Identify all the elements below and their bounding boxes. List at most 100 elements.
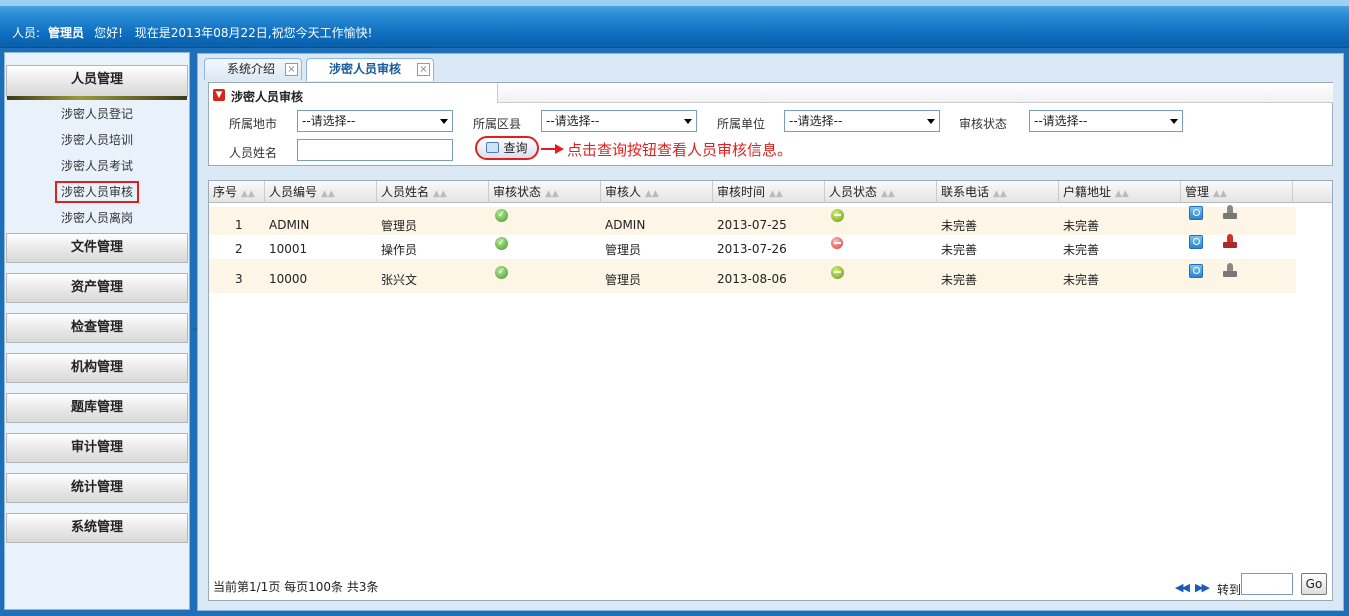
status-green-icon [831, 208, 844, 222]
cell-id: 10000 [269, 272, 308, 286]
date-message: 现在是2013年08月22日,祝您今天工作愉快! [134, 26, 373, 40]
menu-organization[interactable]: 机构管理 [6, 353, 188, 383]
sort-icon: ▲▲ [881, 189, 895, 199]
col-header[interactable]: 人员状态 ▲▲ [825, 181, 937, 203]
submenu-register[interactable]: 涉密人员登记 [6, 101, 188, 127]
cell-time: 2013-07-26 [717, 242, 787, 256]
search-panel: ▼ 涉密人员审核 所属地市 --请选择-- 所属区县 --请选择-- 所属单位 … [208, 82, 1333, 166]
menu-file[interactable]: 文件管理 [6, 233, 188, 263]
sort-icon: ▲▲ [1115, 189, 1129, 199]
menu-statistics[interactable]: 统计管理 [6, 473, 188, 503]
col-header[interactable]: 审核状态 ▲▲ [489, 181, 601, 203]
submenu-exam[interactable]: 涉密人员考试 [6, 153, 188, 179]
view-icon[interactable] [1189, 264, 1203, 278]
col-header[interactable]: 人员编号 ▲▲ [265, 181, 377, 203]
unit-select[interactable]: --请选择-- [784, 110, 940, 132]
cell-phone: 未完善 [941, 242, 978, 257]
collapse-panel-icon[interactable]: ▼ [213, 89, 225, 101]
view-icon[interactable] [1189, 235, 1203, 249]
city-select[interactable]: --请选择-- [297, 110, 453, 132]
cell-address: 未完善 [1063, 242, 1100, 257]
panel-title: ▼ 涉密人员审核 [209, 83, 497, 105]
go-button[interactable]: Go [1301, 573, 1327, 595]
page-info: 当前第1/1页 每页100条 共3条 [213, 580, 379, 594]
status-green-icon [831, 265, 844, 279]
check-icon: ✓ [495, 236, 508, 250]
sort-icon: ▲▲ [1213, 189, 1227, 199]
sort-icon: ▲▲ [645, 189, 659, 199]
chevron-down-icon [927, 119, 935, 124]
district-select[interactable]: --请选择-- [541, 110, 697, 132]
personnel-submenu: 涉密人员登记 涉密人员培训 涉密人员考试 涉密人员审核 涉密人员离岗 [6, 101, 188, 231]
cell-phone: 未完善 [941, 272, 978, 287]
cell-actions [1189, 199, 1237, 227]
menu-audit[interactable]: 审计管理 [6, 433, 188, 463]
cell-person-status [831, 231, 843, 255]
first-page-icon[interactable]: ◀◀ [1175, 581, 1190, 594]
col-header[interactable]: 人员姓名 ▲▲ [377, 181, 489, 203]
user-greeting: 人员: 管理员 您好! 现在是2013年08月22日,祝您今天工作愉快! [12, 24, 372, 41]
cell-review-status: ✓ [495, 255, 508, 289]
submenu-leave[interactable]: 涉密人员离岗 [6, 205, 188, 231]
menu-inspection[interactable]: 检查管理 [6, 313, 188, 343]
top-banner: 人员: 管理员 您好! 现在是2013年08月22日,祝您今天工作愉快! [0, 0, 1349, 48]
left-sidebar: 人员管理 涉密人员登记 涉密人员培训 涉密人员考试 涉密人员审核 涉密人员离岗 … [4, 52, 190, 610]
view-icon[interactable] [1189, 206, 1203, 220]
close-icon[interactable]: × [417, 63, 430, 76]
cell-name: 操作员 [381, 242, 418, 257]
city-label: 所属地市 [229, 117, 278, 131]
review-grid: 序号 ▲▲ 人员编号 ▲▲ 人员姓名 ▲▲ 审核状态 ▲▲ 审核人 ▲▲ 审核时间 ▲▲ 人… [208, 180, 1333, 601]
goto-page-input[interactable] [1241, 573, 1293, 595]
cell-no: 3 [235, 272, 243, 286]
col-header[interactable]: 审核人 ▲▲ [601, 181, 713, 203]
menu-personnel[interactable]: 人员管理 [6, 65, 188, 100]
sort-icon: ▲▲ [241, 189, 255, 199]
panel-titlebar [497, 83, 1333, 103]
panel-title-text: 涉密人员审核 [231, 90, 304, 104]
goto-label: 转到 [1217, 583, 1242, 597]
col-header[interactable]: 审核时间 ▲▲ [713, 181, 825, 203]
table-row[interactable]: 1 ADMIN 管理员 ✓ ADMIN 2013-07-25 未完善 未完善 [209, 205, 1296, 235]
cell-reviewer: 管理员 [605, 272, 642, 287]
grid-header: 序号 ▲▲ 人员编号 ▲▲ 人员姓名 ▲▲ 审核状态 ▲▲ 审核人 ▲▲ 审核时间 ▲▲ 人… [209, 181, 1332, 203]
stamp-icon[interactable] [1223, 234, 1237, 250]
menu-question-bank[interactable]: 题库管理 [6, 393, 188, 423]
menu-asset[interactable]: 资产管理 [6, 273, 188, 303]
cell-id: 10001 [269, 242, 308, 256]
stamp-icon[interactable] [1223, 263, 1237, 279]
cell-no: 2 [235, 242, 243, 256]
col-header[interactable]: 户籍地址 ▲▲ [1059, 181, 1181, 203]
name-input[interactable] [297, 139, 453, 161]
sort-icon: ▲▲ [433, 189, 447, 199]
submenu-review[interactable]: 涉密人员审核 [6, 179, 188, 205]
cell-person-status [831, 255, 844, 289]
tab-personnel-review[interactable]: 涉密人员审核 × [306, 58, 434, 81]
hint-arrow-icon [555, 144, 564, 154]
check-icon: ✓ [495, 208, 508, 222]
table-row[interactable]: 3 10000 张兴文 ✓ 管理员 2013-08-06 未完善 未完善 [209, 259, 1296, 293]
user-prefix: 人员: [12, 26, 41, 40]
table-row[interactable]: 2 10001 操作员 ✓ 管理员 2013-07-26 未完善 未完善 [209, 234, 1296, 259]
sort-icon: ▲▲ [545, 189, 559, 199]
cell-reviewer: 管理员 [605, 242, 642, 257]
cell-actions [1189, 230, 1237, 254]
chevron-down-icon [1170, 119, 1178, 124]
col-header[interactable]: 联系电话 ▲▲ [937, 181, 1059, 203]
submenu-training[interactable]: 涉密人员培训 [6, 127, 188, 153]
menu-system[interactable]: 系统管理 [6, 513, 188, 543]
status-select[interactable]: --请选择-- [1029, 110, 1183, 132]
unit-label: 所属单位 [717, 117, 766, 131]
query-button[interactable]: 查询 [475, 136, 539, 160]
close-icon[interactable]: × [285, 63, 298, 76]
main-content: 系统介绍 × 涉密人员审核 × ▼ 涉密人员审核 所属地市 --请选择-- 所属… [197, 53, 1344, 611]
tab-system-intro[interactable]: 系统介绍 × [204, 58, 302, 80]
status-red-icon [831, 237, 843, 249]
col-header[interactable]: 序号 ▲▲ [209, 181, 265, 203]
status-label: 审核状态 [959, 117, 1008, 131]
cell-time: 2013-08-06 [717, 272, 787, 286]
district-label: 所属区县 [473, 117, 522, 131]
last-page-icon[interactable]: ▶▶ [1195, 581, 1210, 594]
name-label: 人员姓名 [229, 146, 278, 160]
chevron-down-icon [684, 119, 692, 124]
stamp-icon[interactable] [1223, 205, 1237, 221]
